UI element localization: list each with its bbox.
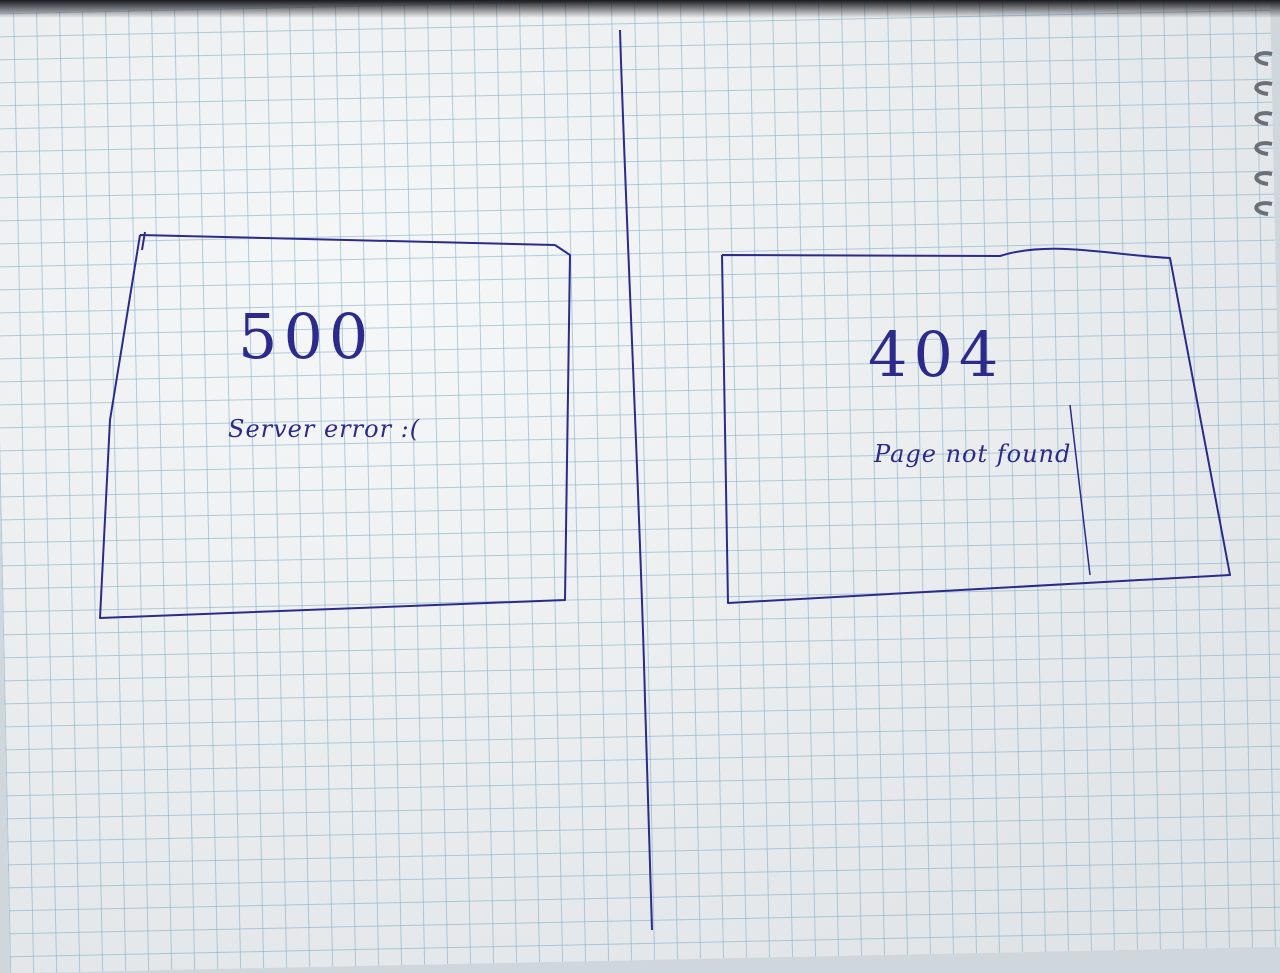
left-status-code: 500 (238, 300, 375, 373)
right-status-message: Page not found (874, 440, 1072, 468)
right-status-code: 404 (868, 318, 1005, 391)
divider-line (619, 29, 653, 931)
right-panel-frame (721, 247, 1231, 604)
left-status-message: Server error :( (228, 415, 421, 443)
pen-sketch (99, 29, 1231, 931)
